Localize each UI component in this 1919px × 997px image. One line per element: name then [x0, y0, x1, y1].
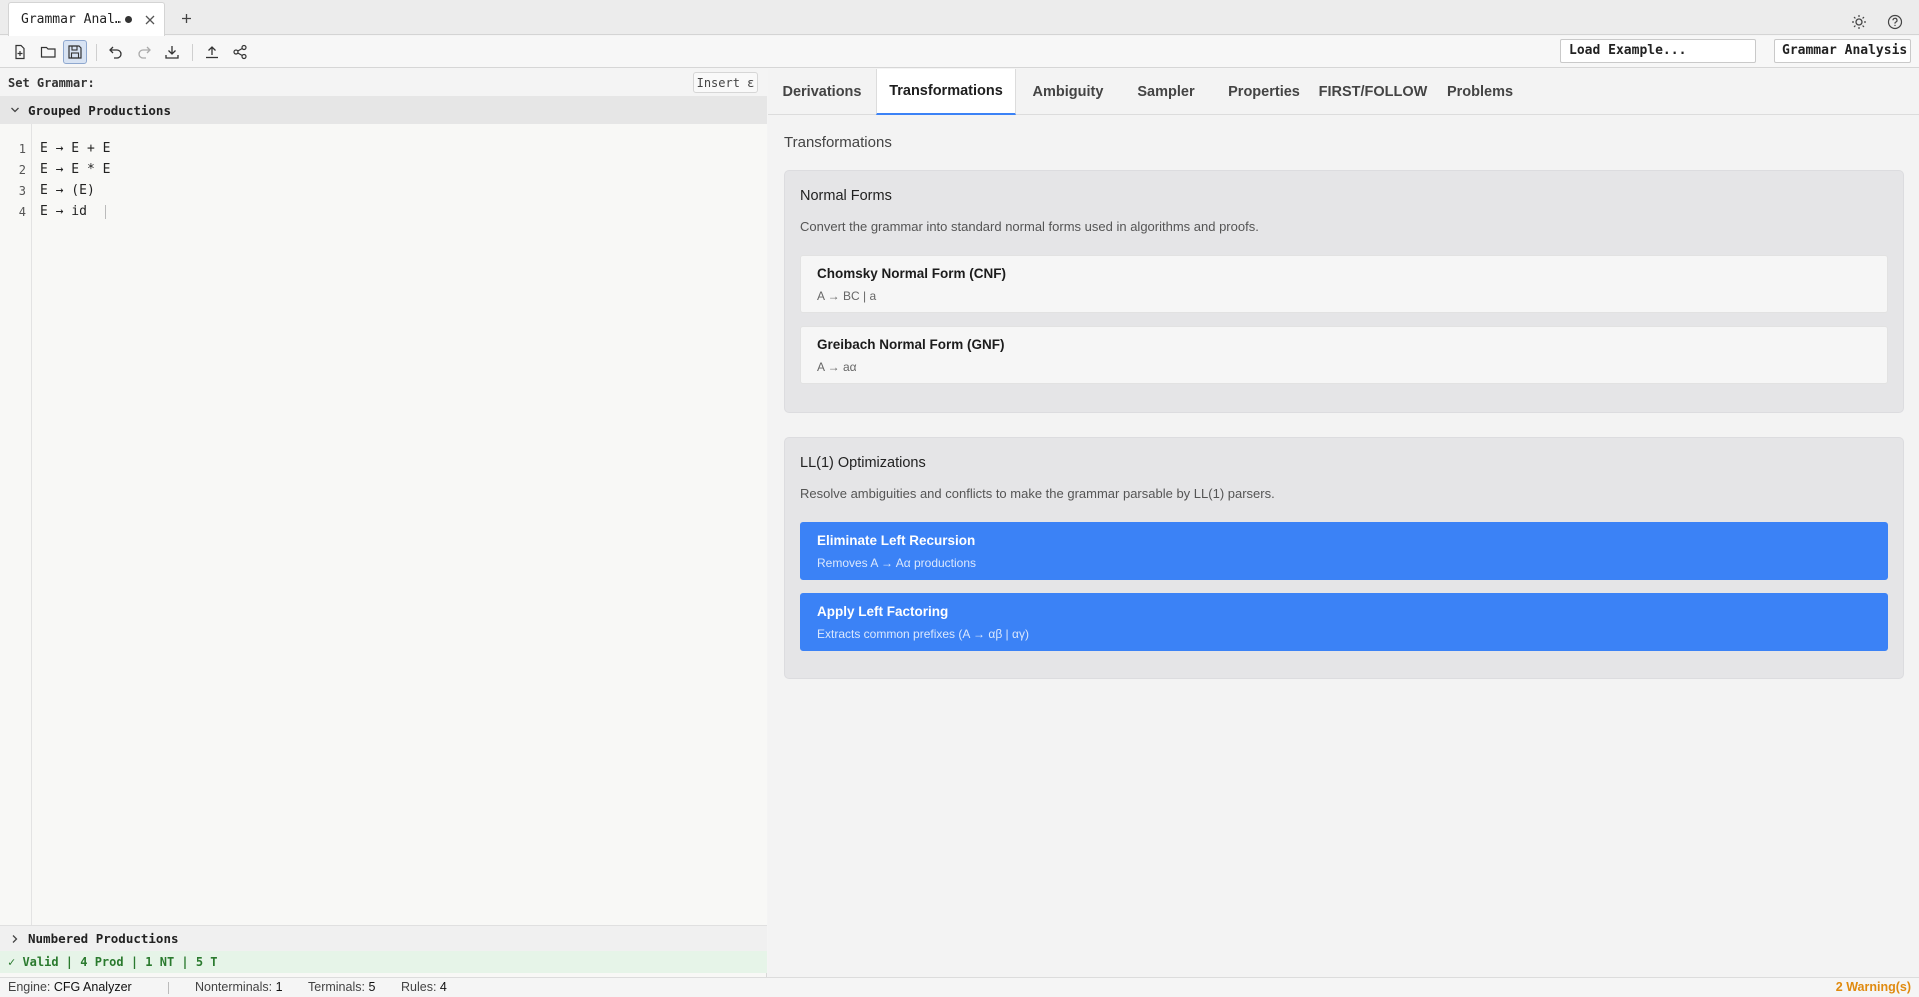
ll1-optimizations-description: Resolve ambiguities and conflicts to mak… — [800, 486, 1275, 501]
terminals-count: Terminals: 5 — [308, 980, 375, 994]
ll1-optimizations-title: LL(1) Optimizations — [800, 455, 926, 471]
new-file-icon[interactable] — [8, 40, 32, 64]
toolbar-divider — [96, 44, 97, 61]
undo-icon[interactable] — [104, 40, 128, 64]
rules-count: Rules: 4 — [401, 980, 447, 994]
share-icon[interactable] — [228, 40, 252, 64]
card-subtitle: Removes A → Aα productions — [817, 556, 977, 570]
rules-value: 4 — [439, 980, 447, 994]
tab-ambiguity[interactable]: Ambiguity — [1016, 69, 1120, 115]
unsaved-dot-icon — [125, 16, 132, 23]
nonterminals-label: Nonterminals: — [195, 980, 273, 994]
tab-first-follow[interactable]: FIRST/FOLLOW — [1316, 69, 1430, 115]
download-icon[interactable] — [160, 40, 184, 64]
file-tab-title: Grammar Anal… — [21, 12, 121, 27]
normal-forms-description: Convert the grammar into standard normal… — [800, 219, 1259, 234]
nonterminals-count: Nonterminals: 1 — [195, 980, 283, 994]
set-grammar-label: Set Grammar: — [8, 75, 95, 90]
engine-status: Engine: CFG Analyzer — [8, 980, 132, 994]
tab-strip: Grammar Anal… — [0, 0, 1919, 36]
analysis-pane: Derivations Transformations Ambiguity Sa… — [768, 69, 1919, 977]
tab-properties[interactable]: Properties — [1212, 69, 1316, 115]
apply-left-factoring-button[interactable]: Apply Left Factoring Extracts common pre… — [800, 593, 1888, 651]
production-line[interactable]: E → E * E — [40, 162, 110, 177]
line-number: 1 — [18, 142, 26, 156]
warnings-indicator[interactable]: 2 Warning(s) — [1836, 980, 1911, 994]
engine-label: Engine: — [8, 980, 51, 994]
text-cursor — [105, 205, 106, 219]
line-number-gutter: 1 2 3 4 — [0, 124, 32, 925]
card-title: Apply Left Factoring — [817, 604, 949, 619]
gnf-button[interactable]: Greibach Normal Form (GNF) A → aα — [800, 326, 1888, 384]
production-line[interactable]: E → id — [40, 204, 87, 219]
question-circle-icon[interactable] — [1885, 12, 1905, 32]
card-title: Greibach Normal Form (GNF) — [817, 337, 1005, 352]
chevron-down-icon — [11, 107, 19, 113]
card-title: Eliminate Left Recursion — [817, 533, 976, 548]
tab-problems[interactable]: Problems — [1430, 69, 1530, 115]
numbered-productions-header[interactable]: Numbered Productions — [0, 925, 767, 951]
card-subtitle: Extracts common prefixes (A → αβ | αγ) — [817, 627, 1029, 641]
numbered-productions-title: Numbered Productions — [28, 931, 179, 946]
engine-value: CFG Analyzer — [53, 980, 132, 994]
grammar-editor-pane: Set Grammar: Insert ε Grouped Production… — [0, 69, 767, 977]
tab-sampler[interactable]: Sampler — [1120, 69, 1212, 115]
production-line[interactable]: E → E + E — [40, 141, 110, 156]
load-example-select[interactable]: Load Example... — [1560, 39, 1756, 63]
production-line[interactable]: E → (E) — [40, 183, 95, 198]
grouped-productions-header[interactable]: Grouped Productions — [0, 96, 767, 124]
insert-epsilon-button[interactable]: Insert ε — [693, 72, 758, 93]
grouped-productions-title: Grouped Productions — [28, 102, 171, 118]
validity-status: ✓ Valid | 4 Prod | 1 NT | 5 T — [0, 951, 767, 973]
terminals-label: Terminals: — [308, 980, 365, 994]
plus-icon[interactable] — [178, 10, 194, 26]
panel-title: Transformations — [784, 134, 892, 151]
file-tab[interactable]: Grammar Anal… — [8, 2, 165, 36]
code-editor[interactable]: 1 2 3 4 E → E + E E → E * E E → (E) E → … — [0, 124, 767, 925]
toolbar: Load Example... Grammar Analysis — [0, 36, 1919, 68]
card-subtitle: A → aα — [817, 360, 857, 374]
card-title: Chomsky Normal Form (CNF) — [817, 266, 1007, 281]
tab-derivations[interactable]: Derivations — [768, 69, 876, 115]
save-icon[interactable] — [63, 40, 87, 64]
line-number: 2 — [18, 163, 26, 177]
redo-icon[interactable] — [132, 40, 156, 64]
set-grammar-row: Set Grammar: Insert ε — [0, 69, 767, 96]
normal-forms-group: Normal Forms Convert the grammar into st… — [784, 170, 1904, 413]
line-number: 3 — [18, 184, 26, 198]
status-divider — [168, 982, 169, 994]
terminals-value: 5 — [368, 980, 376, 994]
close-icon[interactable] — [143, 13, 157, 27]
analysis-mode-select[interactable]: Grammar Analysis — [1774, 39, 1911, 63]
line-number: 4 — [18, 205, 26, 219]
open-folder-icon[interactable] — [36, 40, 60, 64]
toolbar-divider — [192, 44, 193, 61]
normal-forms-title: Normal Forms — [800, 188, 892, 204]
chevron-right-icon — [12, 934, 18, 943]
card-subtitle: A → BC | a — [817, 289, 877, 303]
tab-transformations[interactable]: Transformations — [876, 69, 1016, 115]
status-bar: Engine: CFG Analyzer Nonterminals: 1 Ter… — [0, 977, 1919, 997]
rules-label: Rules: — [401, 980, 437, 994]
ll1-optimizations-group: LL(1) Optimizations Resolve ambiguities … — [784, 437, 1904, 679]
cnf-button[interactable]: Chomsky Normal Form (CNF) A → BC | a — [800, 255, 1888, 313]
sun-icon[interactable] — [1849, 12, 1869, 32]
analysis-tabs: Derivations Transformations Ambiguity Sa… — [768, 69, 1919, 115]
upload-icon[interactable] — [200, 40, 224, 64]
eliminate-left-recursion-button[interactable]: Eliminate Left Recursion Removes A → Aα … — [800, 522, 1888, 580]
nonterminals-value: 1 — [275, 980, 283, 994]
